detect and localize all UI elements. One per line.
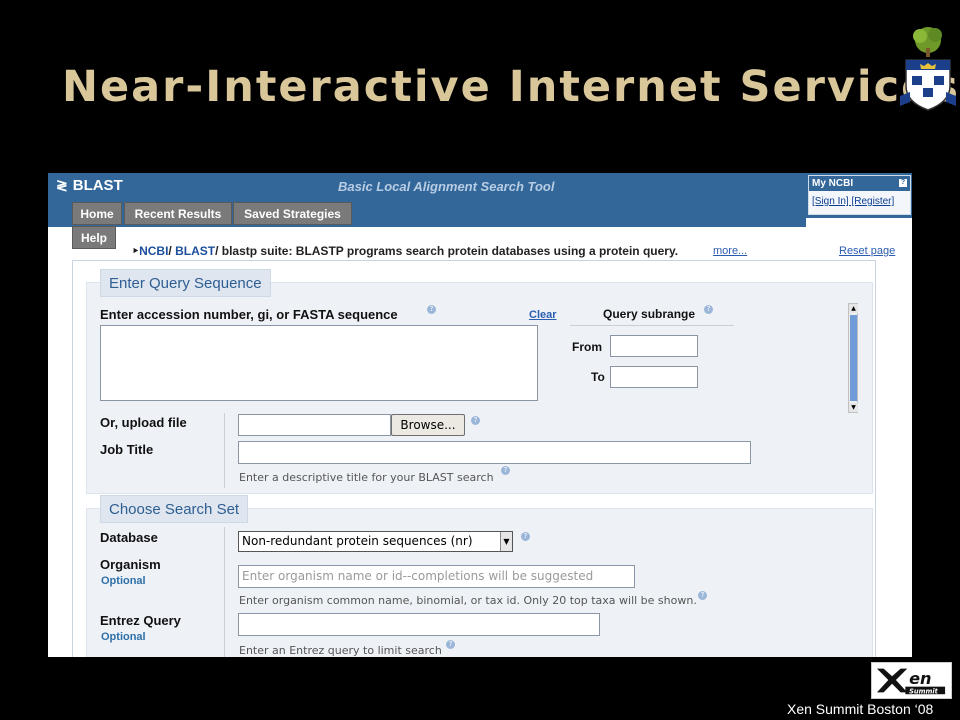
breadcrumb-text: / blastp suite: BLASTP programs search p… — [215, 244, 679, 258]
more-link[interactable]: more... — [713, 245, 747, 257]
blast-header: ≷ BLAST Basic Local Alignment Search Tool — [48, 173, 912, 201]
blast-screenshot: ≷ BLAST Basic Local Alignment Search Tool… — [48, 173, 912, 657]
help-icon[interactable]: ? — [899, 179, 907, 187]
upload-label: Or, upload file — [100, 415, 187, 430]
help-icon[interactable]: ? — [446, 640, 455, 649]
job-title-label: Job Title — [100, 442, 154, 457]
tab-help[interactable]: Help — [72, 226, 116, 249]
sign-in-register-link[interactable]: [Sign In] [Register] — [812, 196, 894, 207]
help-icon[interactable]: ? — [704, 305, 713, 314]
browse-button[interactable]: Browse... — [391, 414, 465, 436]
tab-recent-results[interactable]: Recent Results — [124, 202, 232, 225]
subrange-from-input[interactable] — [610, 335, 698, 357]
svg-text:en: en — [909, 669, 931, 688]
subrange-divider — [570, 325, 734, 326]
search-set-section-title: Choose Search Set — [100, 495, 249, 523]
scroll-thumb[interactable] — [850, 315, 857, 401]
myncbi-title-text: My NCBI — [812, 178, 854, 189]
entrez-optional: Optional — [101, 631, 146, 643]
to-label: To — [591, 370, 605, 384]
tab-saved-strategies[interactable]: Saved Strategies — [233, 202, 352, 225]
slide-title: Near-Interactive Internet Services — [62, 62, 960, 112]
job-title-input[interactable] — [238, 441, 751, 464]
organism-input[interactable]: Enter organism name or id--completions w… — [238, 565, 635, 588]
query-sequence-textarea[interactable] — [100, 325, 538, 401]
breadcrumb-blast[interactable]: BLAST — [175, 244, 215, 258]
myncbi-box: My NCBI? [Sign In] [Register] — [806, 173, 912, 218]
from-label: From — [572, 340, 602, 354]
accession-label: Enter accession number, gi, or FASTA seq… — [100, 307, 398, 322]
label-divider — [224, 527, 225, 657]
university-crest-icon — [900, 27, 956, 111]
dna-helix-icon: ≷ — [56, 177, 68, 193]
organism-hint: Enter organism common name, binomial, or… — [239, 594, 697, 607]
help-icon[interactable]: ? — [698, 591, 707, 600]
chevron-down-icon[interactable]: ▼ — [500, 532, 512, 551]
organism-label: Organism — [100, 557, 161, 572]
help-icon[interactable]: ? — [471, 416, 480, 425]
subrange-to-input[interactable] — [610, 366, 698, 388]
scroll-down-icon[interactable]: ▼ — [849, 403, 858, 412]
help-icon[interactable]: ? — [521, 532, 530, 541]
breadcrumb: ‣NCBI/ BLAST/ blastp suite: BLASTP progr… — [132, 244, 679, 258]
entrez-query-input[interactable] — [238, 613, 600, 636]
blast-tagline: Basic Local Alignment Search Tool — [338, 179, 555, 194]
myncbi-title: My NCBI? — [809, 176, 910, 191]
blast-logo[interactable]: ≷ BLAST — [56, 177, 123, 194]
footer-text: Xen Summit Boston ‘08 — [787, 701, 934, 717]
svg-text:Summit: Summit — [909, 687, 939, 695]
myncbi-panel: My NCBI? [Sign In] [Register] — [808, 175, 911, 215]
query-section-title: Enter Query Sequence — [100, 269, 271, 297]
upload-file-input[interactable] — [238, 414, 391, 436]
database-select-value: Non-redundant protein sequences (nr) — [242, 534, 473, 548]
query-subrange-title: Query subrange — [603, 307, 696, 321]
organism-optional: Optional — [101, 575, 146, 587]
help-icon[interactable]: ? — [501, 466, 510, 475]
blast-logo-text: BLAST — [72, 177, 123, 194]
database-select[interactable]: Non-redundant protein sequences (nr) ▼ — [238, 531, 513, 552]
xen-summit-logo: en Summit — [871, 662, 952, 699]
database-label: Database — [100, 530, 158, 545]
entrez-hint: Enter an Entrez query to limit search — [239, 644, 442, 657]
job-title-hint: Enter a descriptive title for your BLAST… — [239, 471, 494, 484]
clear-link[interactable]: Clear — [529, 309, 557, 321]
help-icon[interactable]: ? — [427, 305, 436, 314]
entrez-query-label: Entrez Query — [100, 613, 181, 628]
label-divider — [224, 413, 225, 488]
tab-home[interactable]: Home — [72, 202, 122, 225]
scrollbar[interactable]: ▲ ▼ — [848, 303, 858, 413]
reset-page-link[interactable]: Reset page — [839, 245, 895, 257]
breadcrumb-ncbi[interactable]: NCBI — [139, 244, 168, 258]
scroll-up-icon[interactable]: ▲ — [849, 304, 858, 313]
